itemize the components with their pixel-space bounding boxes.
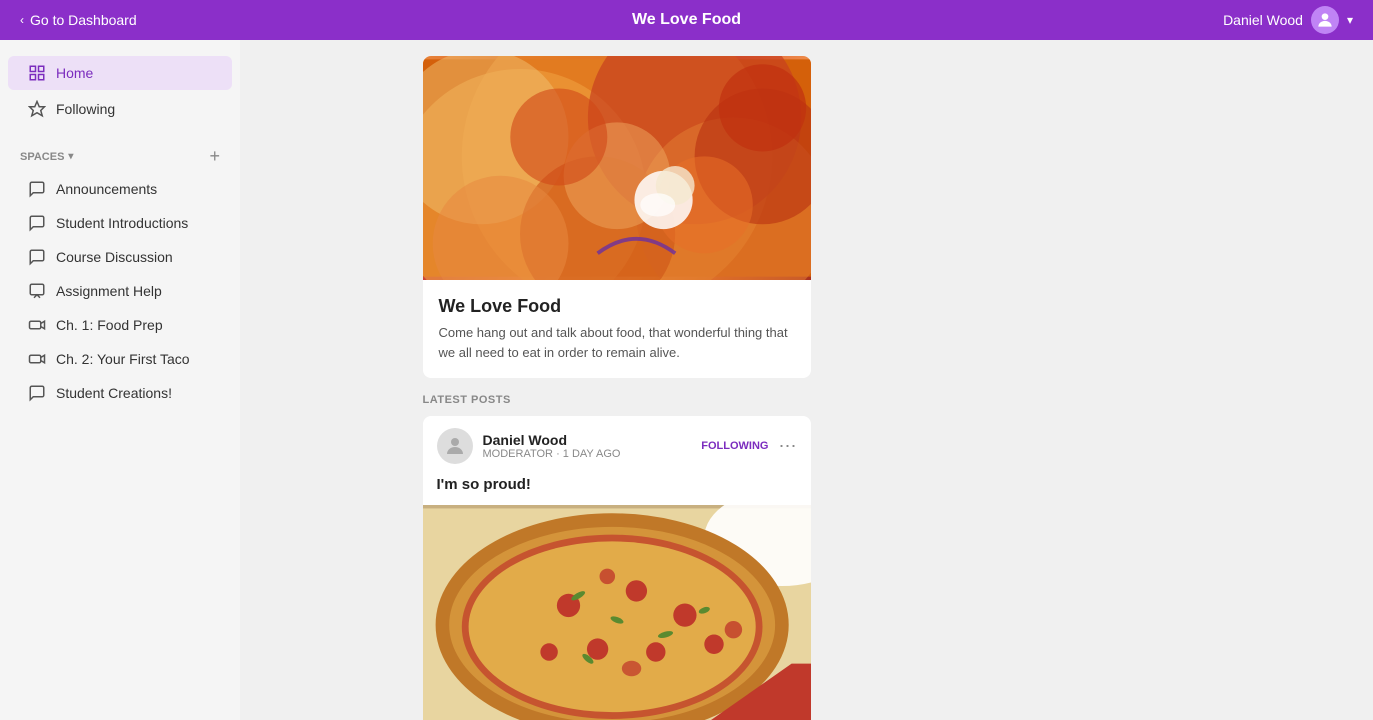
- pizza-artwork: [423, 505, 811, 720]
- post-author-avatar: [437, 428, 473, 464]
- chat-icon-3: [28, 248, 46, 266]
- avatar: [1311, 6, 1339, 34]
- post-image: [423, 505, 811, 720]
- content-inner: We Love Food Come hang out and talk abou…: [407, 40, 827, 720]
- star-icon: [28, 100, 46, 118]
- sidebar-item-course-discussion-label: Course Discussion: [56, 249, 173, 265]
- sidebar-item-ch2[interactable]: Ch. 2: Your First Taco: [8, 343, 232, 375]
- post-author-name: Daniel Wood: [483, 432, 621, 448]
- sidebar-item-student-creations-label: Student Creations!: [56, 385, 172, 401]
- sidebar-item-student-introductions-label: Student Introductions: [56, 215, 188, 231]
- sidebar-item-home-label: Home: [56, 65, 93, 81]
- sidebar-item-announcements[interactable]: Announcements: [8, 173, 232, 205]
- chevron-down-icon: ▾: [1347, 13, 1353, 27]
- user-name: Daniel Wood: [1223, 12, 1303, 28]
- chat-icon: [28, 180, 46, 198]
- banner-image: [423, 56, 811, 280]
- back-label: Go to Dashboard: [30, 12, 137, 28]
- sidebar-item-assignment-help[interactable]: Assignment Help: [8, 275, 232, 307]
- group-description: Come hang out and talk about food, that …: [439, 323, 795, 362]
- top-nav: ‹ Go to Dashboard We Love Food Daniel Wo…: [0, 0, 1373, 40]
- right-panel: [993, 40, 1373, 720]
- following-badge: FOLLOWING: [701, 440, 768, 452]
- group-title: We Love Food: [439, 296, 795, 317]
- post-time: 1 DAY AGO: [563, 448, 621, 460]
- back-chevron-icon: ‹: [20, 13, 24, 27]
- chat-icon-2: [28, 214, 46, 232]
- nav-title: We Love Food: [632, 11, 741, 29]
- spaces-label: SPACES ▾: [20, 151, 73, 163]
- banner-info: We Love Food Come hang out and talk abou…: [423, 280, 811, 378]
- sidebar-item-following-label: Following: [56, 101, 115, 117]
- post-text: I'm so proud!: [423, 476, 811, 505]
- sidebar-item-ch1-label: Ch. 1: Food Prep: [56, 317, 163, 333]
- group-banner-card: We Love Food Come hang out and talk abou…: [423, 56, 811, 378]
- content-area: We Love Food Come hang out and talk abou…: [240, 40, 993, 720]
- spaces-header: SPACES ▾ +: [0, 134, 240, 173]
- sidebar-item-home[interactable]: Home: [8, 56, 232, 90]
- person-icon: [443, 434, 467, 458]
- post-header: Daniel Wood MODERATOR · 1 DAY AGO FOLLOW…: [423, 416, 811, 476]
- sidebar-item-announcements-label: Announcements: [56, 181, 157, 197]
- add-space-button[interactable]: +: [209, 146, 220, 167]
- user-menu[interactable]: Daniel Wood ▾: [1223, 6, 1353, 34]
- sidebar: Home Following SPACES ▾ + Announcements: [0, 40, 240, 720]
- post-role: MODERATOR: [483, 448, 554, 460]
- grid-icon: [28, 64, 46, 82]
- post-card: Daniel Wood MODERATOR · 1 DAY AGO FOLLOW…: [423, 416, 811, 720]
- sidebar-item-assignment-help-label: Assignment Help: [56, 283, 162, 299]
- main-layout: Home Following SPACES ▾ + Announcements: [0, 40, 1373, 720]
- sidebar-item-student-introductions[interactable]: Student Introductions: [8, 207, 232, 239]
- post-author-meta: MODERATOR · 1 DAY AGO: [483, 448, 621, 460]
- sidebar-item-ch2-label: Ch. 2: Your First Taco: [56, 351, 190, 367]
- latest-posts-label: LATEST POSTS: [423, 394, 811, 406]
- sidebar-item-student-creations[interactable]: Student Creations!: [8, 377, 232, 409]
- banner-artwork: [423, 56, 811, 280]
- chat-square-icon: [28, 282, 46, 300]
- video-icon-2: [28, 350, 46, 368]
- post-author-info: Daniel Wood MODERATOR · 1 DAY AGO: [483, 432, 621, 460]
- sidebar-item-course-discussion[interactable]: Course Discussion: [8, 241, 232, 273]
- back-to-dashboard-link[interactable]: ‹ Go to Dashboard: [20, 12, 137, 28]
- post-author: Daniel Wood MODERATOR · 1 DAY AGO: [437, 428, 621, 464]
- post-menu-button[interactable]: ⋯: [779, 436, 797, 457]
- sidebar-item-ch1[interactable]: Ch. 1: Food Prep: [8, 309, 232, 341]
- post-header-right: FOLLOWING ⋯: [701, 436, 796, 457]
- spaces-dropdown-icon: ▾: [68, 151, 73, 162]
- user-icon: [1315, 10, 1335, 30]
- sidebar-item-following[interactable]: Following: [8, 92, 232, 126]
- video-icon: [28, 316, 46, 334]
- chat-icon-4: [28, 384, 46, 402]
